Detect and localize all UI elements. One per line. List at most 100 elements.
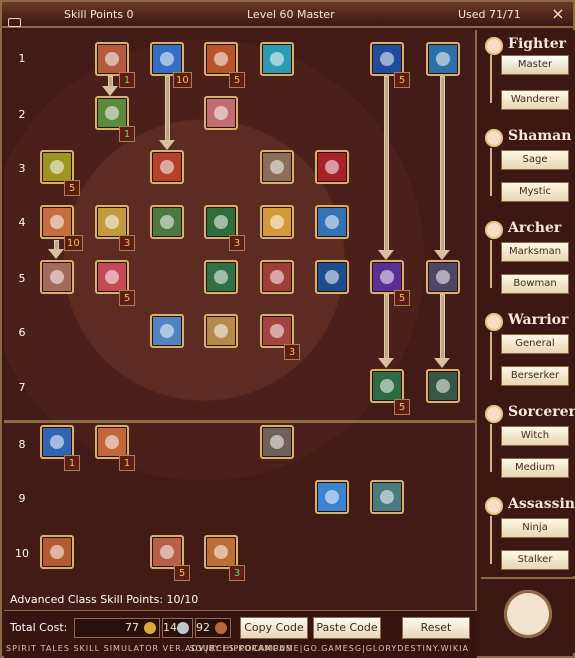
- silver-cost-value: 14: [163, 621, 177, 634]
- bowman-button[interactable]: Bowman: [501, 274, 569, 294]
- fighter-class-section: Fighter Master Wanderer: [480, 30, 575, 120]
- medium-button[interactable]: Medium: [501, 458, 569, 478]
- archer-icon: [485, 221, 503, 239]
- master-button[interactable]: Master: [501, 55, 569, 75]
- sorcerer-class-section: Sorcerer Witch Medium: [480, 398, 575, 488]
- fury-skill-icon[interactable]: [260, 314, 294, 348]
- gold-cost-value: 77: [125, 621, 139, 634]
- advanced-blue-burst-skill-icon[interactable]: [315, 480, 349, 514]
- row-number: 6: [18, 326, 26, 339]
- class-bracket: [490, 516, 500, 564]
- bull-skill-icon[interactable]: [40, 535, 74, 569]
- advanced-fist-skill-icon[interactable]: [95, 425, 129, 459]
- fighter-title: Fighter: [508, 36, 566, 52]
- prereq-arrowhead: [434, 358, 450, 368]
- skill-level-badge: 1: [119, 126, 135, 142]
- green-mask-skill-icon[interactable]: [370, 369, 404, 403]
- advanced-grey-fist-skill-icon[interactable]: [260, 425, 294, 459]
- aura-skill-icon[interactable]: [426, 42, 460, 76]
- wanderer-button[interactable]: Wanderer: [501, 90, 569, 110]
- hammer-skill-icon[interactable]: [204, 42, 238, 76]
- prereq-arrowhead: [378, 358, 394, 368]
- gold-cost-box: 77: [74, 618, 160, 638]
- prereq-arrowhead: [48, 249, 64, 259]
- blue-burst-skill-icon[interactable]: [150, 42, 184, 76]
- sorcerer-title: Sorcerer: [508, 404, 575, 420]
- total-cost-label: Total Cost:: [10, 621, 68, 634]
- shaman-class-section: Shaman Sage Mystic: [480, 122, 575, 212]
- water-skill-icon[interactable]: [315, 205, 349, 239]
- warrior-icon: [485, 313, 503, 331]
- general-button[interactable]: General: [501, 334, 569, 354]
- copy-code-button[interactable]: Copy Code: [240, 617, 308, 639]
- armor-skill-icon[interactable]: [204, 314, 238, 348]
- orb-skill-icon[interactable]: [315, 260, 349, 294]
- red-punch-skill-icon[interactable]: [260, 260, 294, 294]
- advanced-spiral-skill-icon[interactable]: [370, 480, 404, 514]
- sage-button[interactable]: Sage: [501, 150, 569, 170]
- skill-level-badge: 5: [394, 290, 410, 306]
- punch-skill-icon[interactable]: [40, 205, 74, 239]
- silver-cost-box: 14: [162, 618, 193, 638]
- advanced-blue-skill-icon[interactable]: [40, 425, 74, 459]
- silver-coin-icon: [177, 622, 189, 634]
- copper-cost-box: 92: [195, 618, 231, 638]
- skill-simulator-window: Skill Points 0 Level 60 Master Used 71/7…: [0, 0, 575, 658]
- red-face-skill-icon[interactable]: [95, 260, 129, 294]
- cat-mask-skill-icon[interactable]: [40, 150, 74, 184]
- spirit-figure-skill-icon[interactable]: [204, 96, 238, 130]
- golden-fist-skill-icon[interactable]: [95, 205, 129, 239]
- row-number: 5: [18, 272, 26, 285]
- spirit-skill-icon[interactable]: [260, 42, 294, 76]
- row-number: 10: [15, 547, 29, 560]
- mystic-button[interactable]: Mystic: [501, 182, 569, 202]
- skill-level-badge: 10: [64, 235, 83, 251]
- skill-level-badge: 3: [119, 235, 135, 251]
- reset-button[interactable]: Reset: [402, 617, 470, 639]
- hand-skill-icon[interactable]: [260, 150, 294, 184]
- archer-class-section: Archer Marksman Bowman: [480, 214, 575, 304]
- row-number: 1: [18, 52, 26, 65]
- cross-skill-icon[interactable]: [95, 96, 129, 130]
- fist-skill-icon[interactable]: [95, 42, 129, 76]
- class-bracket: [490, 55, 500, 103]
- prereq-arrow: [440, 294, 445, 359]
- shadow-skill-icon[interactable]: [426, 260, 460, 294]
- marksman-button[interactable]: Marksman: [501, 242, 569, 262]
- berserker-button[interactable]: Berserker: [501, 366, 569, 386]
- beast-skill-icon[interactable]: [204, 260, 238, 294]
- skill-level-badge: 1: [64, 455, 80, 471]
- tree-skill-icon[interactable]: [204, 205, 238, 239]
- blue-palm-skill-icon[interactable]: [150, 314, 184, 348]
- skill-points-label: Skill Points 0: [64, 8, 134, 21]
- skill-level-badge: 3: [229, 565, 245, 581]
- advanced-swirl-skill-icon[interactable]: [204, 535, 238, 569]
- palm-skill-icon[interactable]: [40, 260, 74, 294]
- advanced-punch-skill-icon[interactable]: [150, 535, 184, 569]
- red-figure-skill-icon[interactable]: [315, 150, 349, 184]
- copper-cost-value: 92: [196, 621, 210, 634]
- used-points-label: Used 71/71: [458, 8, 521, 21]
- warrior-title: Warrior: [508, 312, 569, 328]
- stalker-button[interactable]: Stalker: [501, 550, 569, 570]
- advanced-skill-points-label: Advanced Class Skill Points: 10/10: [10, 593, 199, 606]
- archer-title: Archer: [508, 220, 562, 236]
- mask-skill-icon[interactable]: [370, 42, 404, 76]
- ninja-button[interactable]: Ninja: [501, 518, 569, 538]
- close-icon[interactable]: ×: [549, 5, 567, 23]
- skill-level-badge: 1: [119, 455, 135, 471]
- dash-skill-icon[interactable]: [150, 205, 184, 239]
- skill-level-badge: 1: [119, 72, 135, 88]
- purple-mask-skill-icon[interactable]: [370, 260, 404, 294]
- face-skill-icon[interactable]: [260, 205, 294, 239]
- green-aura-skill-icon[interactable]: [426, 369, 460, 403]
- gold-coin-icon: [144, 622, 156, 634]
- skill-level-badge: 5: [119, 290, 135, 306]
- witch-button[interactable]: Witch: [501, 426, 569, 446]
- fighter-icon: [485, 37, 503, 55]
- paste-code-button[interactable]: Paste Code: [313, 617, 381, 639]
- fire-slash-skill-icon[interactable]: [150, 150, 184, 184]
- class-bracket: [490, 332, 500, 380]
- skill-level-badge: 10: [173, 72, 192, 88]
- camera-icon[interactable]: [8, 18, 21, 27]
